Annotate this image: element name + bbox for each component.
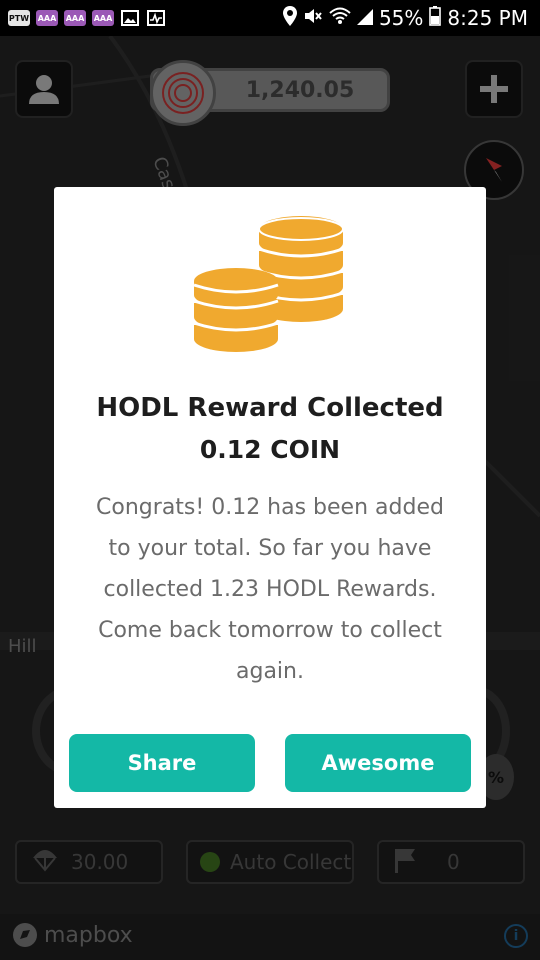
message-line: to your total. So far you have [108, 536, 432, 561]
app-notification-icon: AAA [92, 10, 114, 26]
clock: 8:25 PM [447, 6, 528, 30]
app-notification-icon: AAA [64, 10, 86, 26]
mute-icon [303, 6, 323, 30]
reward-dialog: HODL Reward Collected 0.12 COIN Congrats… [54, 187, 486, 808]
message-line: collected 1.23 HODL Rewards. [103, 577, 437, 602]
battery-icon [429, 5, 442, 31]
signal-icon [356, 6, 373, 30]
message-line: again. [236, 659, 304, 684]
wifi-icon [329, 6, 351, 30]
app-notification-icon: PTW [8, 10, 30, 26]
battery-percent: 55% [378, 6, 424, 30]
message-line: Come back tomorrow to collect [98, 618, 442, 643]
coins-icon [193, 216, 344, 352]
image-icon [120, 10, 140, 26]
status-bar: PTW AAA AAA AAA 55% 8:25 PM [0, 0, 540, 36]
share-button[interactable]: Share [69, 734, 255, 792]
dialog-title: HODL Reward Collected [96, 393, 444, 423]
reward-amount: 0.12 COIN [199, 435, 341, 464]
dialog-message: Congrats! 0.12 has been added to your to… [74, 487, 466, 692]
awesome-button[interactable]: Awesome [285, 734, 471, 792]
app-notification-icon: AAA [36, 10, 58, 26]
activity-icon [146, 10, 166, 26]
location-icon [282, 5, 297, 31]
message-line: Congrats! 0.12 has been added [96, 495, 444, 520]
